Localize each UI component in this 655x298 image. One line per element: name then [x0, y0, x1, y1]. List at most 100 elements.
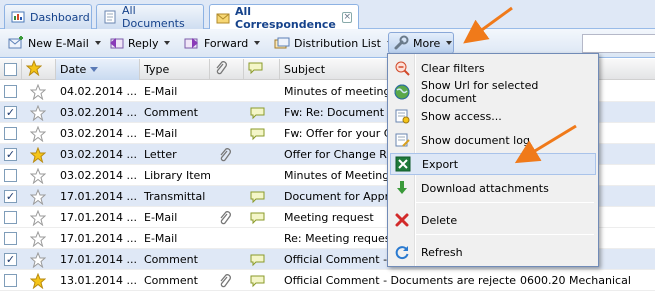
sort-descending-icon: [90, 67, 99, 72]
documents-icon: [103, 10, 117, 24]
row-select-cell[interactable]: ✓: [0, 102, 22, 123]
menu-item-export[interactable]: Export: [390, 153, 596, 175]
type-cell: Comment: [144, 274, 198, 287]
attachment-column-header[interactable]: [210, 59, 244, 80]
forward-button[interactable]: Forward: [180, 32, 264, 54]
row-checkbox[interactable]: [4, 211, 17, 224]
reply-button[interactable]: Reply: [104, 32, 174, 54]
select-all-checkbox[interactable]: [4, 63, 17, 76]
row-select-cell[interactable]: ✓: [0, 144, 22, 165]
star-filled-icon[interactable]: [22, 144, 56, 165]
comment-cell: [244, 165, 280, 186]
attachment-cell: [210, 123, 244, 144]
row-checkbox[interactable]: ✓: [4, 190, 17, 203]
menu-item-delete[interactable]: Delete: [390, 209, 596, 231]
menu-item-label: Show document log: [421, 133, 530, 147]
more-button[interactable]: More: [388, 32, 454, 54]
menu-item-download-attachments[interactable]: Download attachments: [390, 177, 596, 199]
column-header-date[interactable]: Date: [56, 59, 140, 80]
star-empty-icon[interactable]: [22, 165, 56, 186]
menu-item-label: Export: [422, 157, 459, 171]
tab-strip: Dashboard All Documents All Corresponden…: [0, 0, 655, 31]
distribution-list-button[interactable]: Distribution List: [270, 32, 397, 54]
new-email-label: New E-Mail: [28, 36, 89, 50]
row-select-cell[interactable]: [0, 270, 22, 291]
row-select-cell[interactable]: [0, 81, 22, 102]
chevron-down-icon[interactable]: [254, 41, 261, 45]
star-empty-icon[interactable]: [22, 249, 56, 270]
row-select-cell[interactable]: [0, 228, 22, 249]
tab-all-correspondence[interactable]: All Correspondence ×: [209, 4, 359, 31]
more-label: More: [413, 36, 441, 50]
wrench-icon: [393, 35, 409, 51]
star-column-header[interactable]: [22, 59, 56, 80]
type-cell: Comment: [144, 253, 198, 266]
date-cell: 03.02.2014 ...: [60, 127, 137, 140]
globe-link-icon: [394, 84, 410, 100]
menu-item-refresh[interactable]: Refresh: [390, 241, 596, 263]
row-select-cell[interactable]: ✓: [0, 186, 22, 207]
attachment-cell: [210, 81, 244, 102]
star-empty-icon[interactable]: [22, 207, 56, 228]
row-checkbox[interactable]: [4, 127, 17, 140]
row-select-cell[interactable]: [0, 207, 22, 228]
close-tab-icon[interactable]: ×: [342, 12, 352, 23]
comment-icon: [244, 270, 280, 291]
row-checkbox[interactable]: ✓: [4, 106, 17, 119]
star-empty-icon[interactable]: [22, 123, 56, 144]
tab-dashboard[interactable]: Dashboard: [4, 4, 92, 29]
new-email-button[interactable]: New E-Mail: [4, 32, 105, 54]
subject-header-label: Subject: [284, 63, 326, 76]
select-all-header[interactable]: [0, 59, 22, 80]
column-header-type[interactable]: Type: [140, 59, 210, 80]
row-checkbox[interactable]: ✓: [4, 253, 17, 266]
row-checkbox[interactable]: [4, 85, 17, 98]
tab-all-correspondence-label: All Correspondence: [235, 4, 336, 31]
paperclip-icon: [210, 207, 244, 228]
menu-separator: [416, 234, 594, 235]
tab-all-documents[interactable]: All Documents: [96, 4, 204, 30]
menu-item-label: Delete: [421, 213, 458, 227]
menu-item-label: Show access...: [421, 109, 502, 123]
type-header-label: Type: [144, 63, 170, 76]
star-filled-icon[interactable]: [22, 270, 56, 291]
date-cell: 04.02.2014 ...: [60, 85, 137, 98]
row-checkbox[interactable]: [4, 274, 17, 287]
row-checkbox[interactable]: [4, 169, 17, 182]
star-empty-icon[interactable]: [22, 186, 56, 207]
forward-icon: [184, 35, 200, 51]
comment-column-header[interactable]: [244, 59, 280, 80]
reply-label: Reply: [128, 36, 159, 50]
row-checkbox[interactable]: ✓: [4, 148, 17, 161]
menu-item-show-access[interactable]: Show access...: [390, 105, 596, 127]
menu-item-label: Clear filters: [421, 61, 485, 75]
tab-all-documents-label: All Documents: [122, 4, 185, 30]
row-select-cell[interactable]: [0, 123, 22, 144]
attachment-cell: [210, 228, 244, 249]
distribution-list-icon: [274, 35, 290, 51]
star-empty-icon[interactable]: [22, 102, 56, 123]
date-cell: 03.02.2014 ...: [60, 148, 137, 161]
table-row[interactable]: 13.01.2014 ... Comment Official Comment - …: [0, 270, 655, 291]
search-input[interactable]: [582, 34, 655, 53]
menu-item-clear-filters[interactable]: Clear filters: [390, 57, 596, 79]
chevron-down-icon[interactable]: [446, 41, 453, 45]
star-empty-icon[interactable]: [22, 228, 56, 249]
dashboard-icon: [11, 10, 25, 24]
menu-item-show-url-for-selected-document[interactable]: Show Url for selected document: [390, 79, 596, 105]
comment-icon: [244, 186, 280, 207]
row-select-cell[interactable]: [0, 165, 22, 186]
paperclip-icon: [210, 144, 244, 165]
date-header-label: Date: [60, 63, 87, 76]
chevron-down-icon[interactable]: [94, 41, 101, 45]
chevron-down-icon[interactable]: [164, 41, 171, 45]
star-header-icon: [25, 59, 43, 79]
menu-item-show-document-log[interactable]: Show document log: [390, 129, 596, 151]
row-checkbox[interactable]: [4, 232, 17, 245]
star-empty-icon[interactable]: [22, 81, 56, 102]
type-cell: E-Mail: [144, 211, 178, 224]
attachment-cell: [210, 165, 244, 186]
date-cell: 03.02.2014 ...: [60, 169, 137, 182]
type-cell: E-Mail: [144, 127, 178, 140]
row-select-cell[interactable]: ✓: [0, 249, 22, 270]
